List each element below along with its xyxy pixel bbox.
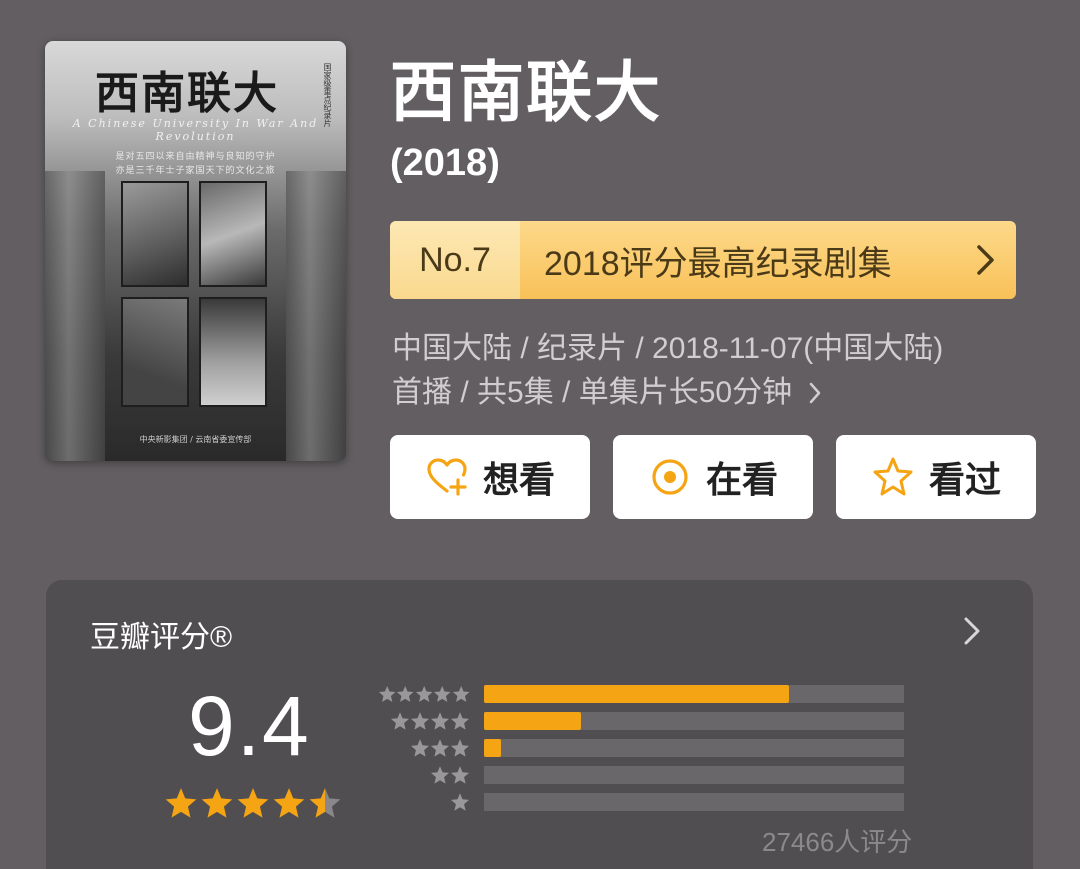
poster-pillar-right <box>286 171 346 461</box>
watched-label: 看过 <box>928 459 1001 500</box>
poster-photo <box>199 181 267 287</box>
rating-score: 9.4 <box>188 679 311 773</box>
star-outline-icon <box>871 455 915 499</box>
watching-label: 在看 <box>705 459 778 500</box>
rating-distribution <box>378 680 904 815</box>
distribution-row <box>378 788 904 815</box>
meta-line-1: 中国大陆 / 纪录片 / 2018-11-07(中国大陆) <box>392 332 944 365</box>
poster-photo <box>199 297 267 407</box>
rating-star-icon <box>164 786 200 822</box>
poster-photo <box>121 297 189 407</box>
poster-pillar-left <box>45 171 105 461</box>
poster-tagline-2: 亦是三千年士子家国天下的文化之旅 <box>115 166 276 176</box>
release-year: (2018) <box>390 142 500 184</box>
distribution-star-label <box>378 765 484 785</box>
poster-image[interactable]: 西南联大 国家级重点纪录片 A Chinese University In Wa… <box>45 41 346 461</box>
distribution-star-label <box>378 684 484 704</box>
rating-star-icon <box>200 786 236 822</box>
watching-button[interactable]: 在看 <box>613 435 813 519</box>
distribution-track <box>484 684 904 703</box>
distribution-bar <box>484 684 790 703</box>
poster-footer: 中央新影集团 / 云南省委宣传部 <box>139 435 252 444</box>
meta-info[interactable]: 中国大陆 / 纪录片 / 2018-11-07(中国大陆) 首播 / 共5集 /… <box>392 327 1052 415</box>
rank-number: No.7 <box>390 221 520 299</box>
rating-star-icon <box>308 786 344 822</box>
rating-star-icon <box>272 786 308 822</box>
average-stars <box>164 786 344 822</box>
circle-dot-icon <box>648 455 692 499</box>
distribution-row <box>378 734 904 761</box>
distribution-row <box>378 761 904 788</box>
rating-label: 豆瓣评分® <box>90 621 233 654</box>
distribution-star-label <box>378 711 484 731</box>
distribution-star-label <box>378 738 484 758</box>
distribution-track <box>484 711 904 730</box>
poster-tagline-1: 是对五四以来自由精神与良知的守护 <box>115 152 276 162</box>
distribution-bar <box>484 738 501 757</box>
meta-line-2: 首播 / 共5集 / 单集片长50分钟 <box>392 376 793 409</box>
distribution-track <box>484 792 904 811</box>
distribution-track <box>484 765 904 784</box>
distribution-row <box>378 707 904 734</box>
distribution-star-label <box>378 792 484 812</box>
distribution-track <box>484 738 904 757</box>
rank-banner[interactable]: No.7 2018评分最高纪录剧集 <box>390 221 1016 299</box>
chevron-right-icon[interactable] <box>962 616 982 650</box>
chevron-right-icon <box>956 221 1016 299</box>
chevron-right-icon <box>808 381 822 405</box>
distribution-bar <box>484 711 582 730</box>
poster-title: 西南联大 <box>95 68 279 119</box>
page-title: 西南联大 <box>390 55 662 129</box>
heart-plus-icon <box>425 455 469 499</box>
poster-photo <box>121 181 189 287</box>
rating-count: 27466人评分 <box>762 827 913 857</box>
distribution-row <box>378 680 904 707</box>
rating-card[interactable]: 豆瓣评分® 9.4 27466人评分 <box>46 580 1033 869</box>
want-to-watch-button[interactable]: 想看 <box>390 435 590 519</box>
poster-subtitle: A Chinese University In War And Revoluti… <box>72 117 319 143</box>
want-to-watch-label: 想看 <box>482 459 555 500</box>
watched-button[interactable]: 看过 <box>836 435 1036 519</box>
rank-text: 2018评分最高纪录剧集 <box>544 244 892 283</box>
rating-star-icon <box>236 786 272 822</box>
